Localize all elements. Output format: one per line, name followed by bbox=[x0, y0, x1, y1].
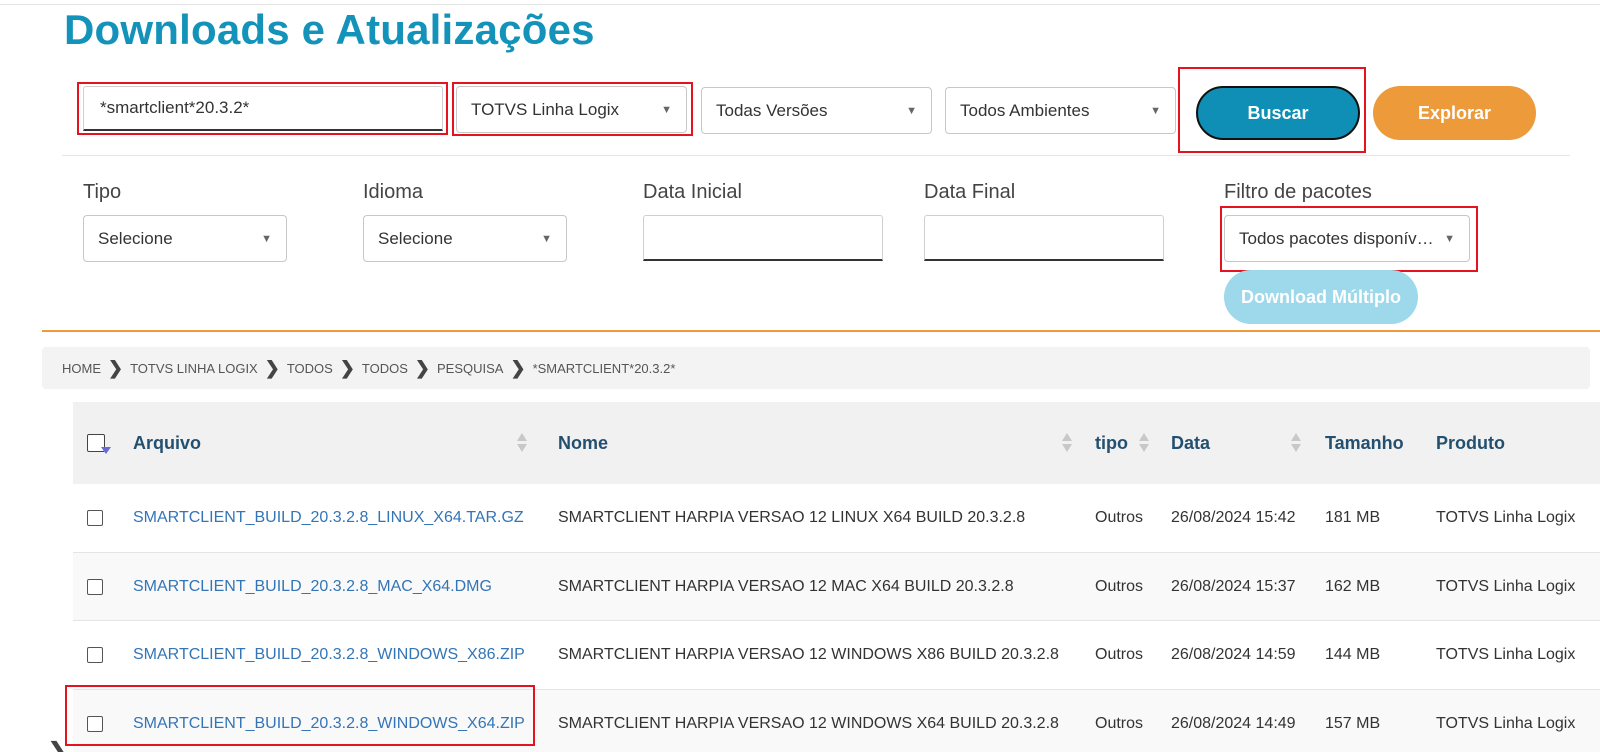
checkbox-icon bbox=[87, 510, 103, 526]
file-size: 157 MB bbox=[1325, 715, 1381, 732]
environment-select[interactable]: Todos Ambientes ▼ bbox=[945, 87, 1176, 134]
breadcrumb-item-environment[interactable]: TODOS bbox=[362, 361, 408, 376]
tipo-label: Tipo bbox=[83, 181, 122, 203]
chevron-right-icon: ❯ bbox=[108, 357, 124, 378]
breadcrumb-item-line[interactable]: TOTVS LINHA LOGIX bbox=[130, 361, 258, 376]
file-product: TOTVS Linha Logix bbox=[1436, 646, 1576, 663]
data-inicial-label: Data Inicial bbox=[643, 181, 742, 203]
chevron-right-icon: ❯ bbox=[48, 738, 67, 752]
version-select[interactable]: Todas Versões ▼ bbox=[701, 87, 932, 134]
sort-icon[interactable] bbox=[1062, 432, 1072, 454]
row-checkbox[interactable] bbox=[87, 553, 103, 620]
tipo-select[interactable]: Selecione ▼ bbox=[83, 215, 287, 262]
idioma-label: Idioma bbox=[363, 181, 424, 203]
data-inicial-input[interactable] bbox=[643, 215, 883, 261]
file-link[interactable]: SMARTCLIENT_BUILD_20.3.2.8_MAC_X64.DMG bbox=[133, 553, 492, 620]
breadcrumb-item-query: *SMARTCLIENT*20.3.2* bbox=[532, 360, 676, 376]
explorar-button[interactable]: Explorar bbox=[1373, 86, 1536, 140]
column-header-tamanho[interactable]: Tamanho bbox=[1325, 402, 1404, 484]
file-product: TOTVS Linha Logix bbox=[1436, 577, 1576, 595]
highlight-windows-x64-row bbox=[65, 685, 535, 746]
file-size: 144 MB bbox=[1325, 646, 1381, 663]
table-row: SMARTCLIENT_BUILD_20.3.2.8_LINUX_X64.TAR… bbox=[73, 484, 1600, 553]
chevron-right-icon: ❯ bbox=[264, 357, 280, 378]
caret-down-icon: ▼ bbox=[541, 232, 552, 245]
highlight-pacotes-select bbox=[1220, 206, 1478, 272]
file-type: Outros bbox=[1095, 646, 1144, 663]
file-date: 26/08/2024 15:37 bbox=[1171, 577, 1296, 595]
file-name: SMARTCLIENT HARPIA VERSAO 12 WINDOWS X64… bbox=[558, 715, 1059, 732]
breadcrumb-item-version[interactable]: TODOS bbox=[287, 361, 333, 376]
idioma-select-value: Selecione bbox=[378, 228, 453, 248]
column-header-data[interactable]: Data bbox=[1171, 402, 1210, 484]
caret-down-icon: ▼ bbox=[906, 104, 917, 117]
breadcrumb-item-home[interactable]: HOME bbox=[62, 361, 101, 376]
chevron-right-icon: ❯ bbox=[510, 357, 526, 378]
file-type: Outros bbox=[1095, 509, 1144, 526]
file-link[interactable]: SMARTCLIENT_BUILD_20.3.2.8_LINUX_X64.TAR… bbox=[133, 484, 524, 552]
file-name: SMARTCLIENT HARPIA VERSAO 12 MAC X64 BUI… bbox=[558, 577, 1014, 595]
checkbox-icon bbox=[87, 647, 103, 663]
file-name: SMARTCLIENT HARPIA VERSAO 12 WINDOWS X86… bbox=[558, 646, 1059, 663]
data-final-input[interactable] bbox=[924, 215, 1164, 261]
pacotes-label: Filtro de pacotes bbox=[1224, 181, 1372, 203]
breadcrumb: HOME ❯ TOTVS LINHA LOGIX ❯ TODOS ❯ TODOS… bbox=[42, 347, 1590, 389]
download-multiplo-button[interactable]: Download Múltiplo bbox=[1224, 270, 1418, 324]
caret-down-icon: ▼ bbox=[261, 232, 272, 245]
environment-select-value: Todos Ambientes bbox=[960, 100, 1090, 120]
highlight-search-input bbox=[77, 82, 448, 135]
sort-icon[interactable] bbox=[1291, 432, 1301, 454]
file-date: 26/08/2024 15:42 bbox=[1171, 509, 1296, 526]
page-title: Downloads e Atualizações bbox=[64, 6, 595, 53]
divider bbox=[62, 155, 1570, 156]
dropdown-arrow-icon bbox=[101, 447, 111, 454]
column-header-arquivo[interactable]: Arquivo bbox=[133, 402, 201, 484]
chevron-right-icon: ❯ bbox=[414, 357, 431, 378]
file-size: 181 MB bbox=[1325, 509, 1381, 526]
checkbox-icon bbox=[87, 434, 111, 454]
caret-down-icon: ▼ bbox=[1150, 104, 1161, 117]
file-link[interactable]: SMARTCLIENT_BUILD_20.3.2.8_WINDOWS_X86.Z… bbox=[133, 621, 525, 689]
file-product: TOTVS Linha Logix bbox=[1436, 509, 1576, 526]
file-type: Outros bbox=[1095, 715, 1144, 732]
data-final-label: Data Final bbox=[924, 181, 1016, 203]
table-header: Arquivo Nome tipo Data Tamanho Produto bbox=[73, 402, 1600, 484]
orange-divider bbox=[42, 330, 1600, 332]
breadcrumb-item-search[interactable]: PESQUISA bbox=[437, 361, 503, 376]
checkbox-icon bbox=[87, 578, 103, 595]
row-checkbox[interactable] bbox=[87, 484, 103, 552]
sort-icon[interactable] bbox=[1139, 432, 1149, 454]
top-border bbox=[0, 0, 1600, 5]
highlight-buscar-button bbox=[1178, 67, 1366, 153]
file-date: 26/08/2024 14:49 bbox=[1171, 715, 1296, 732]
row-checkbox[interactable] bbox=[87, 621, 103, 689]
sort-icon[interactable] bbox=[517, 432, 527, 454]
file-type: Outros bbox=[1095, 577, 1144, 595]
select-all-checkbox[interactable] bbox=[87, 402, 111, 484]
table-row: SMARTCLIENT_BUILD_20.3.2.8_WINDOWS_X86.Z… bbox=[73, 621, 1600, 690]
highlight-line-select bbox=[452, 82, 693, 136]
chevron-right-icon: ❯ bbox=[339, 357, 355, 378]
tipo-select-value: Selecione bbox=[98, 228, 173, 248]
column-header-produto[interactable]: Produto bbox=[1436, 402, 1505, 484]
file-name: SMARTCLIENT HARPIA VERSAO 12 LINUX X64 B… bbox=[558, 509, 1026, 526]
file-size: 162 MB bbox=[1325, 577, 1381, 595]
idioma-select[interactable]: Selecione ▼ bbox=[363, 215, 567, 262]
column-header-tipo[interactable]: tipo bbox=[1095, 402, 1128, 484]
column-header-nome[interactable]: Nome bbox=[558, 402, 608, 484]
file-product: TOTVS Linha Logix bbox=[1436, 715, 1576, 732]
version-select-value: Todas Versões bbox=[716, 100, 828, 120]
file-date: 26/08/2024 14:59 bbox=[1171, 646, 1296, 663]
table-row: SMARTCLIENT_BUILD_20.3.2.8_MAC_X64.DMG S… bbox=[73, 553, 1600, 621]
